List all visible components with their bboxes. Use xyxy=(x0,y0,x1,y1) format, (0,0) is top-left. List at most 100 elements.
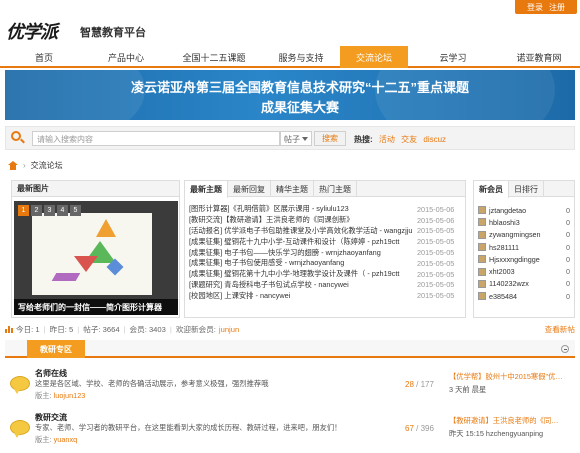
topic-title[interactable]: [成果征集] 璧铜花第十九中小学-地理教学设计及课件（ - pzh19ctt xyxy=(189,269,417,279)
forum-name[interactable]: 名师在线 xyxy=(35,368,67,379)
forum-last-post: 【优学帮】胶州十中2015寒假"优… 3 天前 晨星 xyxy=(449,372,571,395)
topic-date: 2015-05-05 xyxy=(417,237,455,247)
list-item: [课题研究] 青岛授科电子书包试点学校 - nancywei 2015-05-05 xyxy=(185,280,465,291)
auth-bar: 登录 注册 xyxy=(515,0,577,14)
topic-date: 2015-05-05 xyxy=(417,269,455,279)
topic-title[interactable]: [成果征集] 电子书包使用感受 - wrnjzhaoyanfang xyxy=(189,258,417,268)
member-name[interactable]: e385484 xyxy=(489,292,517,301)
slide-page-button[interactable]: 3 xyxy=(44,205,55,216)
featured-title: 最新图片 xyxy=(12,181,179,197)
banner-title: 凌云诺亚舟第三届全国教育信息技术研究“十二五”重点课题 xyxy=(130,80,469,95)
login-link[interactable]: 登录 xyxy=(527,2,543,13)
home-icon[interactable] xyxy=(8,160,18,170)
slide-page-button[interactable]: 5 xyxy=(70,205,81,216)
avatar[interactable] xyxy=(478,206,486,215)
slide-page-button[interactable]: 4 xyxy=(57,205,68,216)
collapse-icon[interactable] xyxy=(561,345,569,353)
divider: | xyxy=(169,324,172,334)
tangram-piece xyxy=(96,219,116,237)
avatar[interactable] xyxy=(478,255,486,264)
member-name[interactable]: Hjsxxxngdingge xyxy=(489,255,540,264)
moderator-link[interactable]: yuanxq xyxy=(54,435,78,444)
hot-searches: 热搜: 活动 交友 discuz xyxy=(354,134,446,145)
moderator-link[interactable]: luojun123 xyxy=(54,391,86,400)
member-count: 0 xyxy=(566,217,570,227)
forum-name[interactable]: 教研交流 xyxy=(35,412,67,423)
topic-title[interactable]: [活动报名] 优学派电子书包助推课堂及小学高效化教学活动 - wangzjju xyxy=(189,226,417,236)
nav-item-cloud[interactable]: 云学习 xyxy=(408,46,498,68)
search-button[interactable]: 搜索 xyxy=(314,131,346,146)
topic-count: 67 xyxy=(405,424,414,433)
nav-item-home[interactable]: 首页 xyxy=(0,46,88,68)
list-item: [活动报名] 优学派电子书包助推课堂及小学高效化教学活动 - wangzjju 2… xyxy=(185,226,465,237)
hot-link[interactable]: discuz xyxy=(423,135,446,144)
forum-moderator: 版主: luojun123 xyxy=(35,391,85,401)
members-tabs: 新会员 日排行 xyxy=(474,181,574,198)
nav-item-forum[interactable]: 交流论坛 xyxy=(340,46,408,68)
topic-date: 2015-05-05 xyxy=(417,248,455,258)
list-item: Hjsxxxngdingge 0 xyxy=(474,253,574,265)
member-name[interactable]: jztangdetao xyxy=(489,206,526,215)
forum-counts: 28 / 177 xyxy=(405,380,434,389)
hot-link[interactable]: 交友 xyxy=(401,135,417,144)
topic-date: 2015-05-05 xyxy=(417,258,455,268)
member-name[interactable]: zywangmingsen xyxy=(489,230,541,239)
slide-caption[interactable]: 写给老师们的一封信——简介图形计算器 xyxy=(14,299,178,315)
forum-description: 这里是各区域、学校、老师的各确活动展示，参考意义极强，强烈推荐哦 xyxy=(35,379,269,388)
section-label[interactable]: 教研专区 xyxy=(27,340,85,358)
member-name[interactable]: hs281111 xyxy=(489,243,519,252)
list-item: [成果征集] 电子书包——快乐学习的翅膀 - wrnjzhaoyanfang 20… xyxy=(185,247,465,258)
tab-digest-topics[interactable]: 精华主题 xyxy=(271,181,314,197)
nav-item-research[interactable]: 全国十二五课题 xyxy=(164,46,264,68)
topic-title[interactable]: [成果征集] 璧铜花十九中小学-互动课件和设计（陈婷婷 - pzh19ctt xyxy=(189,237,417,247)
register-link[interactable]: 注册 xyxy=(549,2,565,13)
banner[interactable]: 凌云诺亚舟第三届全国教育信息技术研究“十二五”重点课题 成果征集大赛 xyxy=(5,70,575,120)
topic-title[interactable]: [课题研究] 青岛授科电子书包试点学校 - nancywei xyxy=(189,280,417,290)
topic-date: 2015-05-05 xyxy=(417,291,455,301)
nav-item-service[interactable]: 服务与支持 xyxy=(264,46,338,68)
breadcrumb: › 交流论坛 xyxy=(5,155,575,175)
newest-member-link[interactable]: junjun xyxy=(219,325,239,334)
avatar[interactable] xyxy=(478,279,486,288)
tab-daily-ranking[interactable]: 日排行 xyxy=(509,181,544,197)
welcome-label: 欢迎新会员: xyxy=(175,324,216,334)
slide-page-button[interactable]: 1 xyxy=(18,205,29,216)
topic-title[interactable]: [校园地区] 上课安排 - nancywei xyxy=(189,291,417,301)
tab-latest-topics[interactable]: 最新主题 xyxy=(185,181,228,198)
topic-title[interactable]: [图形计算器]《孔明借箭》区展示课用 - syliulu123 xyxy=(189,204,417,214)
topic-count: 28 xyxy=(405,380,414,389)
topic-title[interactable]: [成果征集] 电子书包——快乐学习的翅膀 - wrnjzhaoyanfang xyxy=(189,248,417,258)
member-name[interactable]: 1140232wzx xyxy=(489,279,529,288)
forum-last-post: 【教研邀请】王洪良老师的《同… 昨天 15:15 hzchengyuanping xyxy=(449,416,571,439)
last-post-title[interactable]: 【教研邀请】王洪良老师的《同… xyxy=(449,416,571,426)
last-post-title[interactable]: 【优学帮】胶州十中2015寒假"优… xyxy=(449,372,571,382)
hot-link[interactable]: 活动 xyxy=(379,135,395,144)
tab-latest-replies[interactable]: 最新回复 xyxy=(228,181,271,197)
search-input[interactable]: 请输入搜索内容 xyxy=(32,131,280,146)
breadcrumb-current[interactable]: 交流论坛 xyxy=(31,160,63,171)
member-count: 0 xyxy=(566,291,570,301)
list-item: hblaoshi3 0 xyxy=(474,216,574,228)
list-item: jztangdetao 0 xyxy=(474,204,574,216)
list-item: [教研交流]【教研邀请】王洪良老师的《同课创新》 2015-05-06 xyxy=(185,215,465,226)
nav-item-noah[interactable]: 诺亚教育网 xyxy=(498,46,580,68)
avatar[interactable] xyxy=(478,230,486,239)
avatar[interactable] xyxy=(478,243,486,252)
topic-list: [图形计算器]《孔明借箭》区展示课用 - syliulu123 2015-05-0… xyxy=(185,197,465,301)
logo[interactable]: 优学派 xyxy=(6,18,58,44)
avatar[interactable] xyxy=(478,292,486,301)
moderator-label: 版主: xyxy=(35,435,52,444)
tab-hot-topics[interactable]: 热门主题 xyxy=(314,181,357,197)
nav-item-products[interactable]: 产品中心 xyxy=(88,46,164,68)
avatar[interactable] xyxy=(478,267,486,276)
tab-new-members[interactable]: 新会员 xyxy=(474,181,509,198)
slide-page-button[interactable]: 2 xyxy=(31,205,42,216)
avatar[interactable] xyxy=(478,218,486,227)
stat-yesterday: 昨日: 5 xyxy=(49,324,74,334)
view-new-posts-link[interactable]: 查看新帖 xyxy=(545,324,575,335)
topic-title[interactable]: [教研交流]【教研邀请】王洪良老师的《同课创新》 xyxy=(189,215,417,225)
featured-slide[interactable]: 1 2 3 4 5 写给老师们的一封信——简介图形计算器 xyxy=(14,201,178,315)
member-name[interactable]: xht2003 xyxy=(489,267,515,276)
search-scope-select[interactable]: 帖子 xyxy=(280,131,312,146)
member-name[interactable]: hblaoshi3 xyxy=(489,218,520,227)
